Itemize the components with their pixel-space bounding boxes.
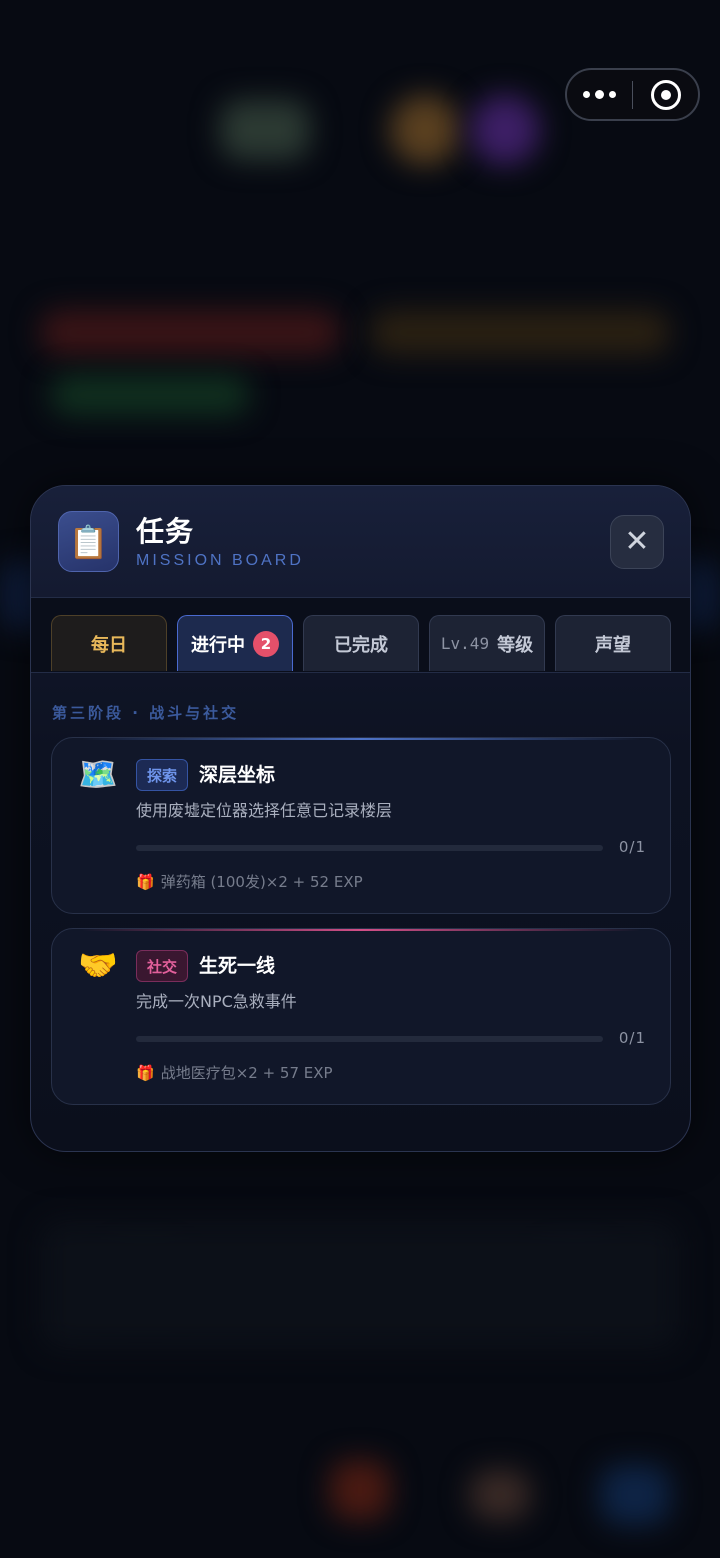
mission-card[interactable]: 🗺️ 探索 深层坐标 使用废墟定位器选择任意已记录楼层 0/1 🎁 弹药箱 (1… [51, 737, 671, 914]
tab-bar: 每日 进行中 2 已完成 Lv.49 等级 声望 [31, 598, 690, 673]
tab-label: 每日 [91, 634, 127, 656]
map-icon: 🗺️ [78, 755, 118, 793]
tab-in-progress[interactable]: 进行中 2 [177, 615, 293, 671]
modal-header: 📋 任务 MISSION BOARD ✕ [31, 486, 690, 598]
tab-label: 等级 [497, 634, 534, 656]
tab-daily[interactable]: 每日 [51, 615, 167, 671]
reward: 🎁 战地医疗包×2 + 57 EXP [136, 1062, 333, 1083]
mission-description: 完成一次NPC急救事件 [136, 992, 297, 1011]
stage-label: 第三阶段 · 战斗与社交 [52, 704, 240, 722]
progress-text: 0/1 [618, 1029, 646, 1047]
count-badge: 2 [253, 630, 279, 657]
tab-completed[interactable]: 已完成 [303, 615, 419, 671]
modal-title: 任务 [136, 515, 195, 548]
tab-label: 声望 [595, 634, 631, 656]
category-tag: 探索 [136, 759, 189, 791]
more-dots-icon[interactable] [567, 70, 632, 119]
progress-bar [136, 1036, 603, 1042]
gift-icon: 🎁 [136, 1063, 155, 1082]
gift-icon: 🎁 [136, 872, 155, 891]
clipboard-icon: 📋 [58, 511, 119, 572]
tab-reputation[interactable]: 声望 [555, 615, 671, 671]
progress-text: 0/1 [618, 838, 646, 856]
tab-label: 已完成 [334, 634, 388, 656]
handshake-icon: 🤝 [78, 946, 118, 984]
level-value: Lv.49 [440, 634, 490, 653]
reward-text: 弹药箱 (100发)×2 + 52 EXP [160, 873, 363, 891]
mission-title: 生死一线 [199, 955, 276, 977]
mission-description: 使用废墟定位器选择任意已记录楼层 [136, 801, 393, 820]
progress-bar [136, 845, 603, 851]
close-button[interactable]: ✕ [610, 515, 664, 569]
target-close-icon [650, 79, 681, 110]
close-icon: ✕ [624, 524, 650, 559]
capsule-menu [565, 68, 700, 121]
tab-level[interactable]: Lv.49 等级 [429, 615, 545, 671]
tab-label: 进行中 [191, 634, 245, 656]
reward-text: 战地医疗包×2 + 57 EXP [160, 1064, 333, 1082]
capsule-close-button[interactable] [633, 70, 698, 119]
mission-card[interactable]: 🤝 社交 生死一线 完成一次NPC急救事件 0/1 🎁 战地医疗包×2 + 57… [51, 928, 671, 1105]
mission-title: 深层坐标 [199, 764, 276, 786]
category-tag: 社交 [136, 950, 189, 982]
mission-board-modal: 📋 任务 MISSION BOARD ✕ 每日 进行中 2 已完成 Lv.49 … [30, 485, 691, 1152]
modal-subtitle: MISSION BOARD [136, 552, 304, 569]
reward: 🎁 弹药箱 (100发)×2 + 52 EXP [136, 871, 363, 892]
